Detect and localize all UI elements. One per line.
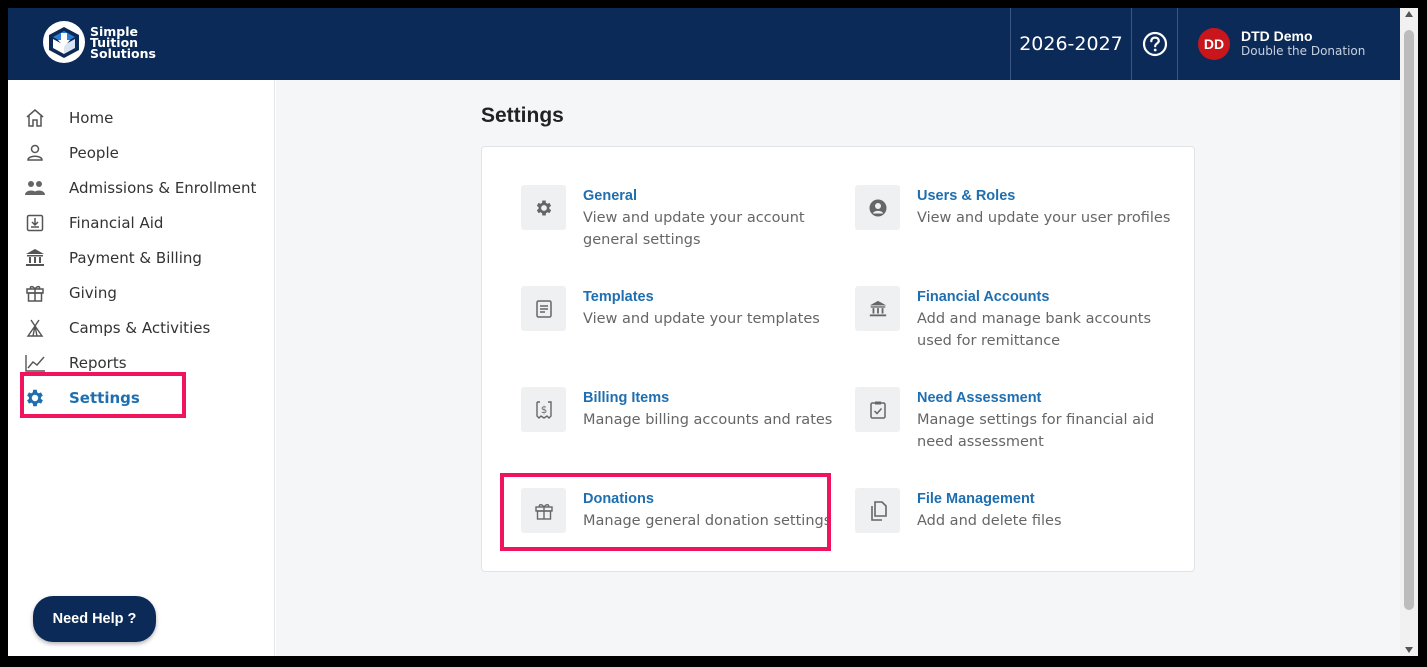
- sidebar-item-label: Camps & Activities: [69, 319, 211, 337]
- logo-line: Solutions: [90, 45, 156, 61]
- sidebar-item-label: Financial Aid: [69, 214, 164, 232]
- tile-users-roles[interactable]: Users & Roles View and update your user …: [855, 185, 1207, 230]
- school-year-label: 2026-2027: [1019, 33, 1123, 55]
- user-organization: Double the Donation: [1241, 44, 1366, 58]
- avatar: DD: [1198, 28, 1230, 60]
- tile-description: View and update your user profiles: [917, 210, 1171, 226]
- sidebar-item-payment-billing[interactable]: Payment & Billing: [22, 245, 202, 271]
- sidebar-item-label: Home: [69, 109, 114, 127]
- sidebar-item-people[interactable]: People: [22, 140, 119, 166]
- tile-description: View and update your account general set…: [583, 210, 805, 248]
- tent-icon: [22, 317, 48, 339]
- page-title: Settings: [481, 104, 564, 127]
- need-help-button[interactable]: Need Help ?: [33, 596, 156, 642]
- tile-title[interactable]: Users & Roles: [917, 185, 1207, 207]
- scroll-down-arrow-icon[interactable]: [1405, 647, 1413, 653]
- sidebar-item-admissions[interactable]: Admissions & Enrollment: [22, 175, 256, 201]
- tile-title[interactable]: Templates: [583, 286, 823, 308]
- download-box-icon: [22, 212, 48, 234]
- sidebar-item-giving[interactable]: Giving: [22, 280, 117, 306]
- logo[interactable]: Simple Tuition Solutions: [42, 20, 156, 64]
- bank-icon: [22, 247, 48, 269]
- tile-title[interactable]: Need Assessment: [917, 387, 1177, 409]
- sidebar-item-label: Reports: [69, 354, 127, 372]
- document-icon: [521, 286, 566, 331]
- sidebar-item-home[interactable]: Home: [22, 105, 113, 131]
- question-circle-icon: [1142, 31, 1167, 57]
- sidebar-item-label: Payment & Billing: [69, 249, 202, 267]
- settings-card: General View and update your account gen…: [481, 146, 1195, 572]
- tile-description: Add and manage bank accounts used for re…: [917, 311, 1151, 349]
- sidebar-item-financial-aid[interactable]: Financial Aid: [22, 210, 163, 236]
- school-year-selector[interactable]: 2026-2027: [1010, 8, 1132, 80]
- vertical-scrollbar[interactable]: [1400, 8, 1418, 656]
- scrollbar-thumb[interactable]: [1404, 30, 1414, 610]
- user-circle-icon: [855, 185, 900, 230]
- main-content: Settings General View and update your ac…: [276, 80, 1400, 656]
- tile-description: Manage billing accounts and rates: [583, 412, 833, 428]
- sidebar-item-camps[interactable]: Camps & Activities: [22, 315, 210, 341]
- app-window: Simple Tuition Solutions 2026-2027 DD DT…: [8, 8, 1418, 656]
- user-name: DTD Demo: [1241, 28, 1313, 44]
- tile-description: Manage settings for financial aid need a…: [917, 412, 1155, 450]
- sidebar-item-label: Giving: [69, 284, 117, 302]
- tile-title[interactable]: File Management: [917, 488, 1167, 510]
- gear-icon: [521, 185, 566, 230]
- help-button[interactable]: [1132, 8, 1178, 80]
- clipboard-check-icon: [855, 387, 900, 432]
- tile-description: View and update your templates: [583, 311, 820, 327]
- svg-text:$: $: [540, 405, 546, 416]
- scroll-up-arrow-icon[interactable]: [1405, 11, 1413, 17]
- tile-financial-accounts[interactable]: Financial Accounts Add and manage bank a…: [855, 286, 1167, 352]
- logo-text: Simple Tuition Solutions: [90, 25, 156, 61]
- tile-file-management[interactable]: File Management Add and delete files: [855, 488, 1167, 533]
- tile-description: Add and delete files: [917, 513, 1062, 529]
- sidebar: Home People Admissions & Enrollment Fina…: [8, 80, 275, 656]
- bank-icon: [855, 286, 900, 331]
- people-group-icon: [22, 177, 48, 199]
- person-icon: [22, 142, 48, 164]
- tile-billing-items[interactable]: $ Billing Items Manage billing accounts …: [521, 387, 833, 432]
- user-info: DTD Demo Double the Donation: [1241, 29, 1365, 59]
- user-menu[interactable]: DD DTD Demo Double the Donation: [1198, 28, 1365, 60]
- tile-need-assessment[interactable]: Need Assessment Manage settings for fina…: [855, 387, 1177, 453]
- line-chart-icon: [22, 352, 48, 374]
- top-header: Simple Tuition Solutions 2026-2027 DD DT…: [8, 8, 1400, 80]
- home-icon: [22, 107, 48, 129]
- tile-title[interactable]: Billing Items: [583, 387, 833, 409]
- tile-templates[interactable]: Templates View and update your templates: [521, 286, 823, 331]
- settings-highlight-box: [20, 372, 186, 418]
- copy-files-icon: [855, 488, 900, 533]
- logo-mark-icon: [43, 21, 85, 63]
- receipt-dollar-icon: $: [521, 387, 566, 432]
- sidebar-item-label: Admissions & Enrollment: [69, 179, 257, 197]
- tile-title[interactable]: Financial Accounts: [917, 286, 1167, 308]
- gift-icon: [22, 282, 48, 304]
- donations-highlight-box: [500, 473, 831, 551]
- sidebar-item-label: People: [69, 144, 119, 162]
- tile-title[interactable]: General: [583, 185, 823, 207]
- tile-general[interactable]: General View and update your account gen…: [521, 185, 823, 251]
